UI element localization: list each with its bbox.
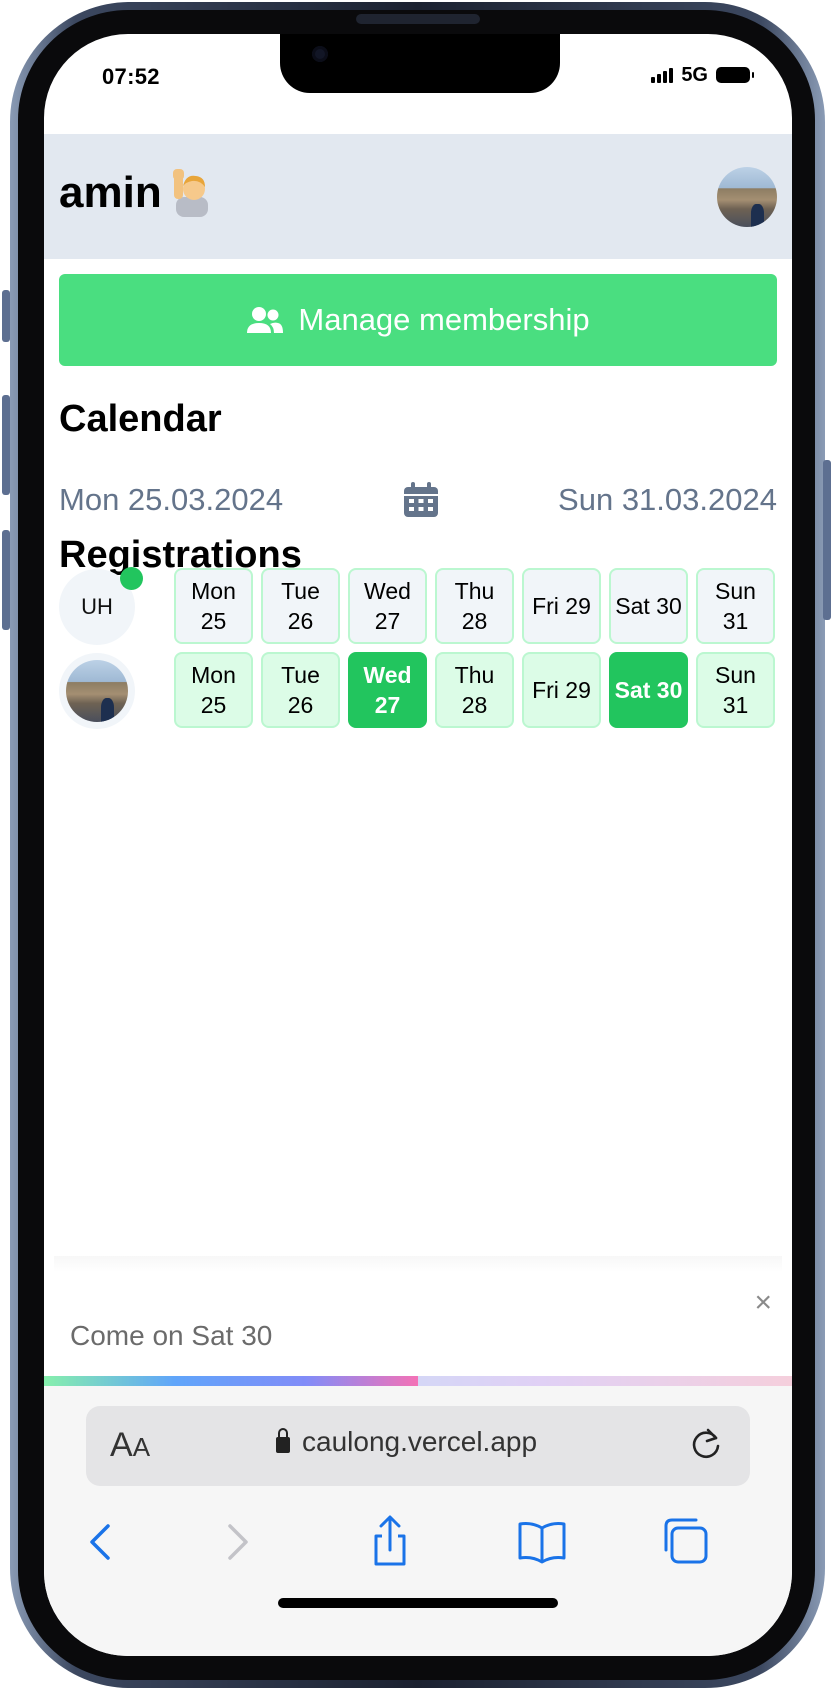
lock-icon	[276, 1428, 290, 1453]
day-cell-sun-31[interactable]: Sun 31	[696, 568, 775, 644]
home-indicator[interactable]	[278, 1598, 558, 1608]
calendar-start-date[interactable]: Mon 25.03.2024	[59, 482, 283, 518]
status-indicators: 5G	[651, 63, 754, 86]
avatar-photo	[66, 660, 128, 722]
profile-avatar[interactable]	[717, 167, 777, 227]
registration-row: Mon 25 Tue 26 Wed 27 Thu 28 Fri 29 Sat 3…	[59, 652, 777, 730]
forward-icon	[228, 1524, 248, 1560]
day-cell-wed-27[interactable]: Wed 27	[348, 568, 427, 644]
toast-shadow	[54, 1256, 782, 1272]
calendar-range: Mon 25.03.2024 Sun 31.03.2024	[59, 470, 777, 530]
volume-up-button	[2, 395, 10, 495]
url-display: caulong.vercel.app	[276, 1426, 537, 1458]
manage-membership-label: Manage membership	[298, 302, 590, 337]
network-type: 5G	[681, 63, 708, 86]
reload-icon[interactable]	[688, 1426, 724, 1462]
front-camera-icon	[312, 46, 328, 62]
browser-bar: AA caulong.vercel.app	[44, 1386, 792, 1656]
mute-switch	[2, 290, 10, 342]
app-header: amin	[44, 134, 792, 259]
avatar	[59, 653, 135, 729]
day-cell-thu-28[interactable]: Thu 28	[435, 652, 514, 728]
day-cells: Mon 25 Tue 26 Wed 27 Thu 28 Fri 29 Sat 3…	[174, 568, 775, 644]
day-cell-mon-25[interactable]: Mon 25	[174, 568, 253, 644]
browser-toolbar	[44, 1514, 792, 1570]
day-cell-wed-27[interactable]: Wed 27	[348, 652, 427, 728]
registration-row: UH Mon 25 Tue 26 Wed 27 Thu 28 Fri 29 Sa…	[59, 567, 777, 646]
url-text: caulong.vercel.app	[302, 1426, 538, 1457]
username: amin	[59, 168, 162, 217]
page-title: amin	[59, 168, 216, 218]
day-cell-fri-29[interactable]: Fri 29	[522, 652, 601, 728]
day-cell-sat-30[interactable]: Sat 30	[609, 568, 688, 644]
address-bar[interactable]: AA caulong.vercel.app	[86, 1406, 750, 1486]
power-button	[823, 460, 831, 620]
day-cell-tue-26[interactable]: Tue 26	[261, 568, 340, 644]
raising-hand-emoji-icon	[172, 169, 216, 217]
online-indicator	[120, 567, 143, 590]
text-size-button[interactable]: AA	[110, 1426, 150, 1465]
day-cell-thu-28[interactable]: Thu 28	[435, 568, 514, 644]
toast-message: Come on Sat 30	[70, 1320, 273, 1351]
status-time: 07:52	[102, 64, 160, 89]
screen: 07:52 5G amin Manage membership Calendar…	[44, 34, 792, 1656]
calendar-title: Calendar	[59, 398, 222, 440]
notch	[280, 34, 560, 93]
day-cell-mon-25[interactable]: Mon 25	[174, 652, 253, 728]
battery-icon	[716, 67, 754, 83]
volume-down-button	[2, 530, 10, 630]
day-cell-sat-30[interactable]: Sat 30	[609, 652, 688, 728]
toast-progress-track	[44, 1376, 792, 1386]
bookmarks-icon[interactable]	[514, 1514, 570, 1570]
close-icon[interactable]: ×	[754, 1286, 772, 1320]
toast-notification: Come on Sat 30 ×	[44, 1272, 792, 1376]
manage-membership-button[interactable]: Manage membership	[59, 274, 777, 366]
day-cell-sun-31[interactable]: Sun 31	[696, 652, 775, 728]
calendar-end-date[interactable]: Sun 31.03.2024	[558, 482, 777, 518]
users-icon	[247, 307, 284, 333]
day-cell-fri-29[interactable]: Fri 29	[522, 568, 601, 644]
tabs-icon[interactable]	[658, 1514, 714, 1570]
share-icon[interactable]	[362, 1514, 418, 1570]
day-cells: Mon 25 Tue 26 Wed 27 Thu 28 Fri 29 Sat 3…	[174, 652, 775, 728]
earpiece-speaker	[356, 14, 480, 24]
toast-progress-bar	[44, 1376, 418, 1386]
calendar-icon[interactable]	[403, 482, 439, 518]
back-icon[interactable]	[72, 1514, 128, 1570]
avatar-initials: UH	[81, 594, 113, 619]
signal-icon	[651, 67, 674, 83]
day-cell-tue-26[interactable]: Tue 26	[261, 652, 340, 728]
